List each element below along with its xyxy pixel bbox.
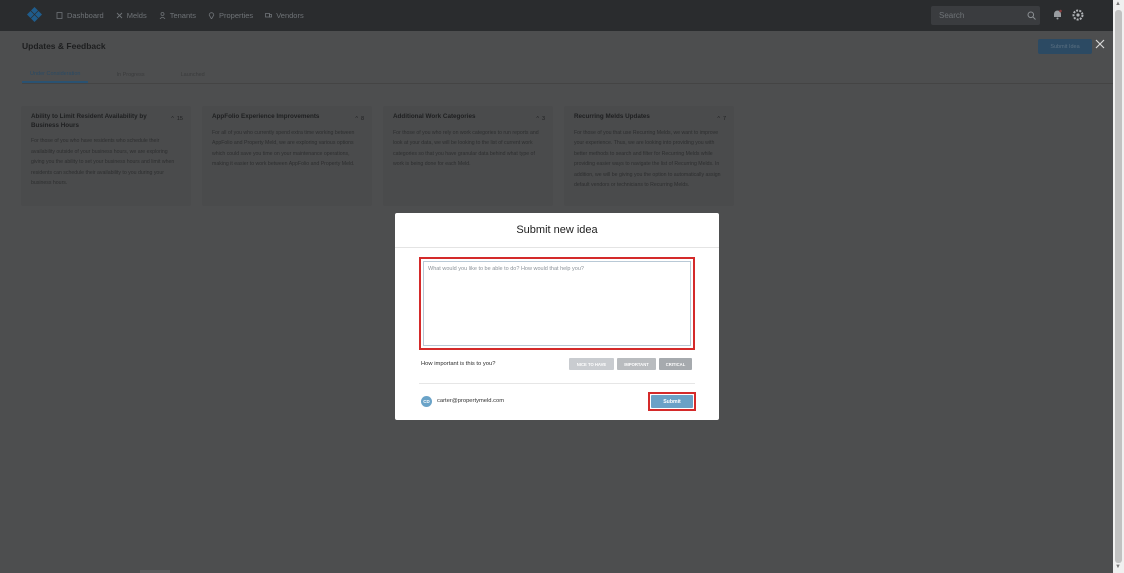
document-icon bbox=[56, 12, 63, 19]
importance-label: How important is this to you? bbox=[421, 361, 496, 367]
importance-options: NICE TO HAVE IMPORTANT CRITICAL bbox=[569, 358, 692, 370]
submit-button-highlight: Submit bbox=[648, 392, 696, 411]
tab-divider bbox=[22, 83, 1113, 84]
submit-button[interactable]: Submit bbox=[651, 395, 693, 408]
card-title: Ability to Limit Resident Availability b… bbox=[31, 113, 147, 129]
idea-card[interactable]: Recurring Melds Updates ^ 7 For those of … bbox=[564, 106, 734, 206]
main-nav: Dashboard Melds Tenants Properties Vendo… bbox=[56, 0, 316, 31]
close-icon[interactable] bbox=[1095, 39, 1105, 49]
card-title: Additional Work Categories bbox=[393, 113, 476, 120]
card-title: Recurring Melds Updates bbox=[574, 113, 650, 120]
tab-under-consideration[interactable]: Under Consideration bbox=[22, 66, 89, 83]
card-description: For those of you who have residents who … bbox=[31, 138, 175, 186]
scroll-up-icon[interactable]: ▲ bbox=[1115, 1, 1121, 7]
search-input[interactable]: Search bbox=[931, 6, 1040, 25]
submit-idea-button[interactable]: Submit Idea bbox=[1038, 39, 1092, 54]
nav-tenants-label: Tenants bbox=[169, 11, 196, 20]
idea-cards: Ability to Limit Resident Availability b… bbox=[21, 106, 734, 206]
vote-number: 15 bbox=[176, 116, 183, 122]
modal-title: Submit new idea bbox=[395, 213, 719, 248]
search-icon[interactable] bbox=[1027, 11, 1036, 20]
page-title: Updates & Feedback bbox=[22, 41, 106, 51]
nav-vendors[interactable]: Vendors bbox=[265, 11, 304, 20]
pin-icon bbox=[208, 12, 215, 19]
vertical-scrollbar[interactable]: ▲ ▼ bbox=[1113, 0, 1124, 573]
tab-bar: Under Consideration In Progress Launched bbox=[22, 66, 233, 83]
card-description: For all of you who currently spend extra… bbox=[212, 129, 355, 168]
top-navbar: Dashboard Melds Tenants Properties Vendo… bbox=[0, 0, 1113, 31]
card-description: For those of you who rely on work catego… bbox=[393, 129, 539, 168]
tools-icon bbox=[116, 12, 123, 19]
nav-melds[interactable]: Melds bbox=[116, 11, 147, 20]
idea-card[interactable]: Additional Work Categories ^ 3 For those … bbox=[383, 106, 553, 206]
gear-icon[interactable] bbox=[1072, 9, 1084, 21]
nice-to-have-button[interactable]: NICE TO HAVE bbox=[569, 358, 614, 370]
tab-in-progress[interactable]: In Progress bbox=[108, 66, 152, 83]
card-title: AppFolio Experience Improvements bbox=[212, 113, 320, 120]
nav-properties-label: Properties bbox=[219, 11, 254, 20]
vote-count[interactable]: ^ 15 bbox=[171, 116, 183, 122]
user-email: carter@propertymeld.com bbox=[437, 398, 505, 404]
scrollbar-thumb[interactable] bbox=[1115, 10, 1122, 563]
idea-textarea[interactable] bbox=[423, 261, 691, 346]
card-description: For those of you that use Recurring Meld… bbox=[574, 129, 721, 189]
scroll-down-icon[interactable]: ▼ bbox=[1115, 564, 1121, 570]
idea-textarea-highlight bbox=[419, 257, 695, 350]
important-button[interactable]: IMPORTANT bbox=[617, 358, 656, 370]
critical-button[interactable]: CRITICAL bbox=[659, 358, 692, 370]
upvote-icon: ^ bbox=[171, 116, 174, 122]
person-icon bbox=[159, 12, 166, 19]
upvote-icon: ^ bbox=[355, 116, 358, 122]
upvote-icon: ^ bbox=[717, 116, 720, 122]
vote-count[interactable]: ^ 3 bbox=[536, 116, 545, 122]
nav-tenants[interactable]: Tenants bbox=[159, 11, 196, 20]
logo-icon[interactable] bbox=[27, 7, 42, 22]
vote-count[interactable]: ^ 7 bbox=[717, 116, 726, 122]
idea-card[interactable]: AppFolio Experience Improvements ^ 8 For … bbox=[202, 106, 372, 206]
upvote-icon: ^ bbox=[536, 116, 539, 122]
truck-icon bbox=[265, 13, 273, 18]
vote-count[interactable]: ^ 8 bbox=[355, 116, 364, 122]
vote-number: 7 bbox=[722, 116, 726, 122]
search-placeholder: Search bbox=[939, 11, 965, 20]
modal-divider bbox=[419, 383, 695, 384]
nav-melds-label: Melds bbox=[126, 11, 147, 20]
tab-launched[interactable]: Launched bbox=[173, 66, 213, 83]
nav-dashboard[interactable]: Dashboard bbox=[56, 11, 104, 20]
submit-idea-label: Submit Idea bbox=[1050, 43, 1080, 50]
bell-icon[interactable] bbox=[1052, 9, 1063, 20]
nav-vendors-label: Vendors bbox=[276, 11, 304, 20]
nav-dashboard-label: Dashboard bbox=[67, 11, 104, 20]
vote-number: 8 bbox=[360, 116, 364, 122]
avatar: CD bbox=[421, 396, 432, 407]
vote-number: 3 bbox=[541, 116, 545, 122]
idea-card[interactable]: Ability to Limit Resident Availability b… bbox=[21, 106, 191, 206]
nav-properties[interactable]: Properties bbox=[208, 11, 253, 20]
submit-idea-modal: Submit new idea How important is this to… bbox=[395, 213, 719, 420]
